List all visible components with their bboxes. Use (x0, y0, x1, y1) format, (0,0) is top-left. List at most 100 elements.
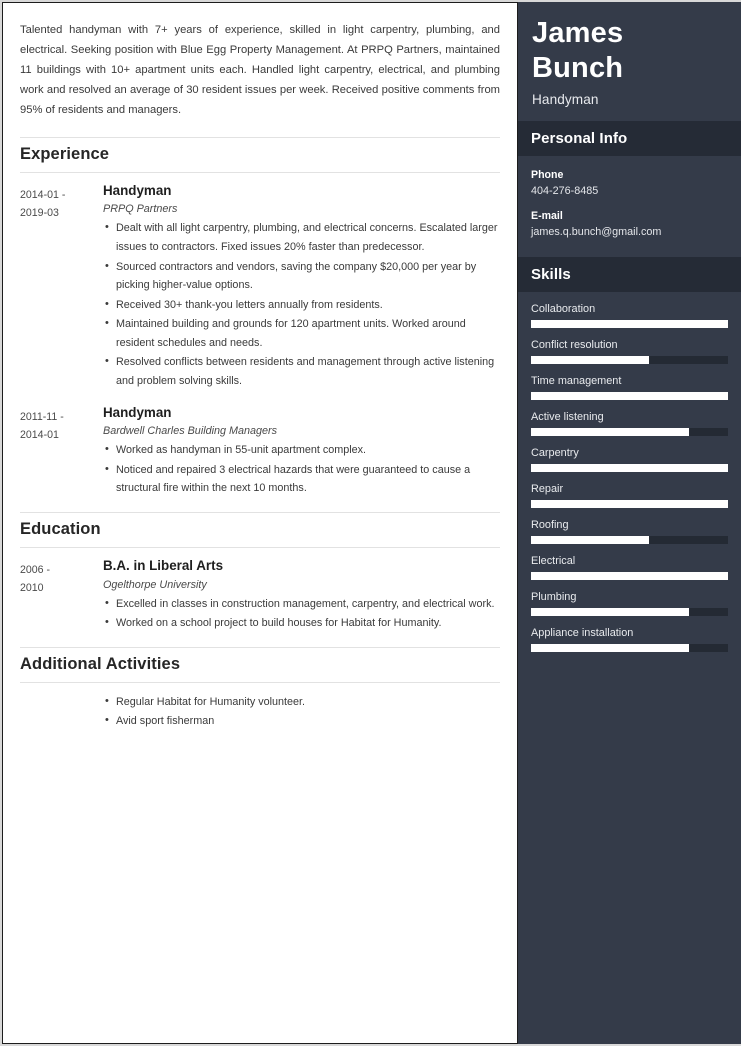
main-column: Talented handyman with 7+ years of exper… (2, 2, 518, 1044)
skill-fill (531, 643, 689, 652)
entry-organization: Ogelthorpe University (103, 578, 207, 591)
entry-body: Handyman PRPQ Partners Dealt with all li… (103, 183, 500, 392)
skill-track (531, 391, 728, 400)
skill-item: Active listening (531, 411, 728, 436)
skill-item: Appliance installation (531, 627, 728, 652)
skill-track (531, 499, 728, 508)
skill-track (531, 643, 728, 652)
skill-item: Roofing (531, 519, 728, 544)
skills-list: Collaboration Conflict resolution Time m… (518, 292, 741, 673)
section-additional-activities: Additional Activities Regular Habitat fo… (20, 646, 500, 732)
skill-fill (531, 427, 689, 436)
skill-item: Conflict resolution (531, 339, 728, 364)
skill-label: Carpentry (531, 446, 579, 459)
entry-bullet-list: Worked as handyman in 55-unit apartment … (103, 440, 500, 498)
entry-body: Handyman Bardwell Charles Building Manag… (103, 405, 500, 499)
skill-item: Plumbing (531, 591, 728, 616)
list-item: Sourced contractors and vendors, saving … (103, 257, 500, 295)
skill-label: Conflict resolution (531, 338, 618, 351)
entry-date-start: 2014-01 - (20, 188, 66, 201)
skill-track (531, 463, 728, 472)
entry-dates: 2006 - 2010 (20, 558, 103, 634)
skill-fill (531, 535, 650, 544)
list-item: Excelled in classes in construction mana… (103, 594, 500, 614)
skill-item: Repair (531, 483, 728, 508)
entry-title: Handyman (103, 182, 172, 198)
section-heading-experience: Experience (20, 136, 500, 173)
entry-body: B.A. in Liberal Arts Ogelthorpe Universi… (103, 558, 500, 634)
entry-date-end: 2010 (20, 582, 44, 595)
skill-fill (531, 463, 728, 472)
skill-item: Time management (531, 375, 728, 400)
entry-date-end: 2014-01 (20, 429, 59, 442)
skill-fill (531, 355, 650, 364)
contact-value-phone: 404-276-8485 (531, 184, 599, 197)
skill-label: Active listening (531, 410, 604, 423)
section-education: Education 2006 - 2010 B.A. in Liberal Ar… (20, 511, 500, 634)
section-experience: Experience 2014-01 - 2019-03 Handyman PR… (20, 136, 500, 499)
list-item: Received 30+ thank-you letters annually … (103, 295, 500, 315)
contact-label-phone: Phone (531, 168, 564, 181)
list-item: Worked as handyman in 55-unit apartment … (103, 440, 500, 460)
skill-label: Appliance installation (531, 626, 634, 639)
section-heading-education: Education (20, 511, 500, 548)
list-item: Maintained building and grounds for 120 … (103, 314, 500, 352)
job-role: Handyman (532, 91, 599, 107)
skill-item: Electrical (531, 555, 728, 580)
sidebar-heading-personal-info: Personal Info (518, 120, 741, 156)
sidebar-heading-skills: Skills (518, 256, 741, 292)
list-item: Dealt with all light carpentry, plumbing… (103, 218, 500, 256)
last-name: Bunch (532, 52, 624, 85)
skill-track (531, 535, 728, 544)
skill-fill (531, 499, 728, 508)
entry-title: Handyman (103, 404, 172, 420)
skill-track (531, 427, 728, 436)
activities-wrapper: Regular Habitat for Humanity volunteer. … (20, 692, 500, 732)
skill-label: Repair (531, 482, 564, 495)
skill-label: Roofing (531, 518, 569, 531)
resume-page: Talented handyman with 7+ years of exper… (0, 0, 741, 1046)
section-heading-additional-activities: Additional Activities (20, 646, 500, 683)
skill-label: Collaboration (531, 302, 596, 315)
skill-item: Collaboration (531, 303, 728, 328)
list-item: Resolved conflicts between residents and… (103, 352, 500, 390)
entry-date-start: 2011-11 - (20, 410, 64, 423)
experience-entry: 2014-01 - 2019-03 Handyman PRPQ Partners… (20, 183, 500, 392)
skill-track (531, 571, 728, 580)
skill-label: Time management (531, 374, 622, 387)
entry-title: B.A. in Liberal Arts (103, 557, 224, 573)
entry-date-end: 2019-03 (20, 207, 59, 220)
contact-value-email: james.q.bunch@gmail.com (531, 225, 662, 238)
first-name: James (532, 17, 624, 49)
entry-bullet-list: Dealt with all light carpentry, plumbing… (103, 218, 500, 390)
skill-fill (531, 571, 728, 580)
skill-label: Plumbing (531, 590, 577, 603)
experience-entry: 2011-11 - 2014-01 Handyman Bardwell Char… (20, 405, 500, 499)
name-block: James Bunch Handyman (518, 2, 741, 121)
entry-organization: Bardwell Charles Building Managers (103, 425, 278, 438)
entry-dates: 2014-01 - 2019-03 (20, 183, 103, 392)
entry-date-start: 2006 - (20, 563, 51, 576)
skill-item: Carpentry (531, 447, 728, 472)
education-entry: 2006 - 2010 B.A. in Liberal Arts Ogeltho… (20, 558, 500, 634)
skill-fill (531, 391, 728, 400)
list-item: Avid sport fisherman (103, 711, 305, 731)
list-item: Worked on a school project to build hous… (103, 613, 500, 633)
personal-info-body: Phone 404-276-8485 E-mail james.q.bunch@… (518, 156, 741, 257)
skill-track (531, 319, 728, 328)
activities-spacer (20, 693, 103, 732)
contact-label-email: E-mail (531, 209, 563, 222)
sidebar: James Bunch Handyman Personal Info Phone… (518, 2, 741, 1044)
list-item: Regular Habitat for Humanity volunteer. (103, 692, 305, 712)
entry-dates: 2011-11 - 2014-01 (20, 405, 103, 499)
skill-fill (531, 607, 689, 616)
activities-bullet-list: Regular Habitat for Humanity volunteer. … (103, 692, 305, 732)
skill-fill (531, 319, 728, 328)
skill-track (531, 355, 728, 364)
skill-track (531, 607, 728, 616)
skill-label: Electrical (531, 554, 576, 567)
entry-organization: PRPQ Partners (103, 203, 178, 216)
list-item: Noticed and repaired 3 electrical hazard… (103, 460, 500, 498)
summary-paragraph: Talented handyman with 7+ years of exper… (20, 24, 500, 116)
entry-bullet-list: Excelled in classes in construction mana… (103, 594, 500, 633)
